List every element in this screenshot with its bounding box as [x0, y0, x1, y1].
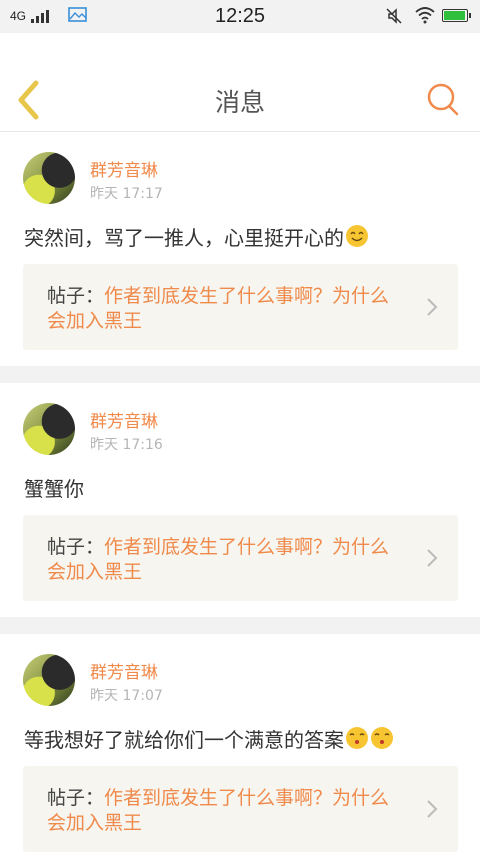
username[interactable]: 群芳音琳	[90, 156, 158, 181]
divider	[0, 617, 480, 634]
post-prefix: 帖子：	[47, 536, 105, 558]
avatar[interactable]	[23, 403, 75, 455]
chevron-right-icon	[427, 800, 438, 818]
message-text: 蟹蟹你	[24, 477, 84, 501]
message-list: 群芳音琳 昨天 17:17 突然间，骂了一推人，心里挺开心的 帖子：作者到底发生…	[0, 132, 480, 868]
message-content: 蟹蟹你	[24, 473, 84, 502]
post-prefix: 帖子：	[47, 285, 105, 307]
page-title: 消息	[214, 88, 265, 117]
post-title: 帖子：作者到底发生了什么事啊？为什么会加入黑王	[47, 284, 402, 334]
avatar[interactable]	[23, 654, 75, 706]
chevron-right-icon	[427, 549, 438, 567]
nav-header: 消息	[0, 33, 480, 132]
kiss-emoji-icon	[346, 727, 368, 749]
search-icon[interactable]	[424, 81, 460, 117]
username[interactable]: 群芳音琳	[90, 407, 158, 432]
smile-emoji-icon	[346, 225, 368, 247]
post-prefix: 帖子：	[47, 787, 105, 809]
message-text: 等我想好了就给你们一个满意的答案	[24, 728, 344, 752]
message-time: 昨天 17:17	[90, 186, 163, 202]
message-time: 昨天 17:16	[90, 437, 163, 453]
post-title: 帖子：作者到底发生了什么事啊？为什么会加入黑王	[47, 535, 402, 585]
username[interactable]: 群芳音琳	[90, 658, 158, 683]
post-link-box[interactable]: 帖子：作者到底发生了什么事啊？为什么会加入黑王	[23, 766, 458, 852]
post-link-box[interactable]: 帖子：作者到底发生了什么事啊？为什么会加入黑王	[23, 515, 458, 601]
message-card: 群芳音琳 昨天 17:17 突然间，骂了一推人，心里挺开心的 帖子：作者到底发生…	[0, 132, 480, 366]
message-content: 突然间，骂了一推人，心里挺开心的	[24, 222, 369, 251]
message-content: 等我想好了就给你们一个满意的答案	[24, 724, 394, 753]
message-time: 昨天 17:07	[90, 688, 163, 704]
message-card: 群芳音琳 昨天 17:16 蟹蟹你 帖子：作者到底发生了什么事啊？为什么会加入黑…	[0, 383, 480, 617]
chevron-right-icon	[427, 298, 438, 316]
mute-icon	[386, 8, 402, 24]
divider	[0, 366, 480, 383]
wifi-icon	[415, 7, 435, 24]
message-card: 群芳音琳 昨天 17:07 等我想好了就给你们一个满意的答案 帖子：作者到底发生…	[0, 634, 480, 868]
message-text: 突然间，骂了一推人，心里挺开心的	[24, 226, 344, 250]
post-link-box[interactable]: 帖子：作者到底发生了什么事啊？为什么会加入黑王	[23, 264, 458, 350]
post-title: 帖子：作者到底发生了什么事啊？为什么会加入黑王	[47, 786, 402, 836]
kiss-emoji-icon	[371, 727, 393, 749]
avatar[interactable]	[23, 152, 75, 204]
battery-icon	[442, 9, 471, 22]
status-bar: 4G 12:25	[0, 0, 480, 33]
clock: 12:25	[214, 5, 266, 27]
